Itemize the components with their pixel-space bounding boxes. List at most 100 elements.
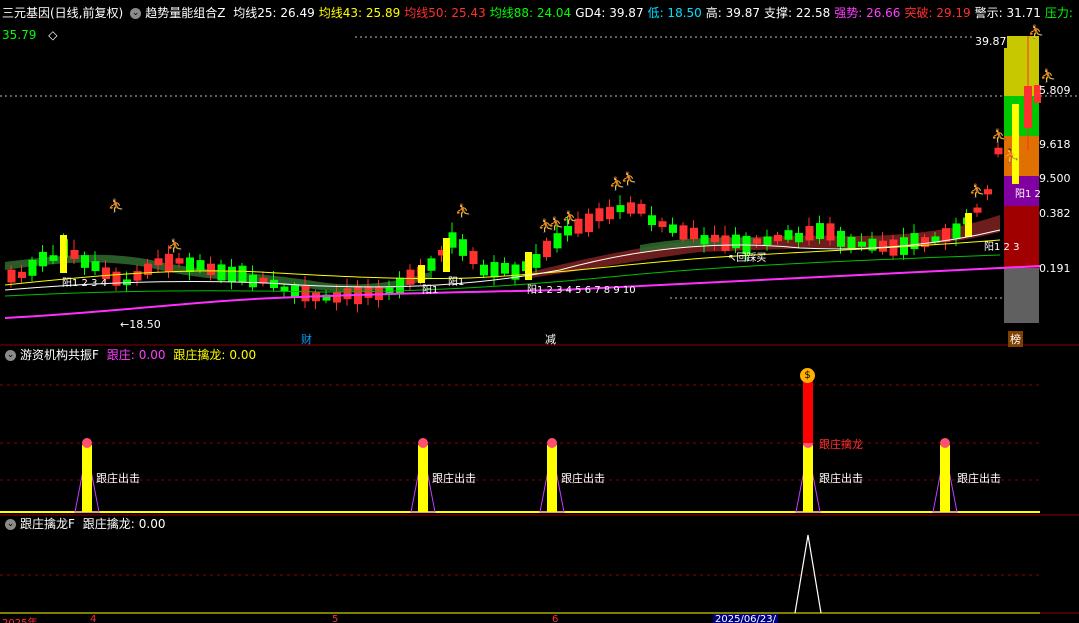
candle-body[interactable] [942, 228, 950, 242]
candle-body[interactable] [7, 269, 16, 283]
candle-body[interactable] [343, 288, 352, 300]
candle-body[interactable] [259, 277, 268, 284]
candle-body[interactable] [406, 269, 415, 285]
candle-body[interactable] [763, 236, 772, 246]
runner-icon: ⛹ [167, 237, 183, 254]
signal-candle[interactable] [60, 235, 67, 273]
runner-icon: ⛹ [455, 202, 471, 219]
candle-body[interactable] [847, 236, 856, 249]
candle-body[interactable] [81, 255, 89, 268]
callback-buy-text: 回踩买 [736, 253, 767, 264]
yang-label: 阳1 [448, 277, 465, 288]
candle-body[interactable] [858, 241, 866, 247]
signal-candle[interactable] [443, 238, 450, 272]
candle-body[interactable] [816, 223, 824, 240]
candle-body[interactable] [732, 234, 740, 249]
candle-body[interactable] [18, 271, 26, 278]
candle-body[interactable] [711, 234, 719, 243]
follow-out-label: 跟庄出击 [432, 472, 476, 485]
signal-candle[interactable] [965, 213, 972, 237]
candle-body[interactable] [648, 215, 656, 226]
follow-out-label: 跟庄出击 [819, 472, 863, 485]
candle-body[interactable] [690, 227, 698, 240]
candlesticks[interactable] [7, 36, 1041, 313]
candle-body[interactable] [952, 223, 961, 239]
candle-body[interactable] [490, 262, 499, 278]
candle-body[interactable] [784, 230, 793, 240]
follow-out-label: 跟庄出击 [96, 472, 140, 485]
candle-body[interactable] [627, 202, 635, 214]
candle-body[interactable] [753, 238, 761, 244]
yang-label: 阳1 2 3 4 5 6 7 8 9 10 [527, 285, 636, 296]
candle-body[interactable] [616, 205, 625, 213]
candle-body[interactable] [280, 286, 289, 292]
candle-body[interactable] [207, 263, 215, 276]
candle-body[interactable] [469, 251, 478, 264]
candle-body[interactable] [165, 253, 173, 272]
panel3-menu-icon[interactable]: ⌄ [5, 519, 16, 530]
candle-body[interactable] [606, 206, 614, 220]
candle-body[interactable] [249, 274, 257, 288]
candle-body[interactable] [795, 232, 803, 243]
candle-body[interactable] [186, 257, 194, 273]
candle-body[interactable] [543, 240, 551, 258]
candle-body[interactable] [333, 291, 341, 303]
candle-body[interactable] [564, 225, 572, 236]
candle-body[interactable] [238, 265, 247, 283]
candle-body[interactable] [49, 255, 58, 261]
candle-body[interactable] [228, 266, 236, 282]
candle-body[interactable] [39, 251, 47, 267]
follow-out-label: 跟庄出击 [957, 472, 1001, 485]
yang-label: 阳1 [422, 285, 439, 296]
candle-body[interactable] [658, 221, 667, 227]
follow-bar [940, 445, 950, 512]
signal-candle[interactable] [1012, 104, 1019, 184]
candle-body[interactable] [994, 147, 1003, 155]
candle-body[interactable] [532, 254, 541, 268]
candle-body[interactable] [196, 260, 205, 271]
candle-body[interactable] [301, 285, 310, 302]
candle-body[interactable] [480, 264, 488, 276]
candle-body[interactable] [774, 234, 782, 242]
candle-body[interactable] [669, 224, 677, 233]
candle-body[interactable] [501, 263, 509, 274]
candle-body[interactable] [837, 230, 845, 247]
candle-body[interactable] [879, 240, 887, 252]
panel2-menu-icon[interactable]: ⌄ [5, 350, 16, 361]
level-label-4: 0.382 [1039, 207, 1071, 220]
panel3-item-value: 0.00 [138, 517, 166, 531]
candle-body[interactable] [217, 264, 226, 281]
money-bag-icon: $ [800, 368, 815, 383]
candle-body[interactable] [448, 232, 457, 248]
dragon-label: 跟庄擒龙 [819, 438, 863, 451]
candle-body[interactable] [805, 226, 814, 241]
panel3-name[interactable]: 跟庄擒龙F [20, 517, 75, 531]
candle-body[interactable] [700, 235, 709, 245]
marker-cai: 财 [301, 333, 312, 346]
yang-label: 阳1 2 3 [984, 242, 1020, 253]
candle-body[interactable] [984, 189, 992, 195]
yang-label: 阳1 2 3 4 [62, 278, 107, 289]
candle-body[interactable] [427, 258, 436, 271]
candle-body[interactable] [459, 239, 467, 256]
candle-body[interactable] [364, 287, 373, 298]
candle-body[interactable] [595, 208, 604, 222]
candle-body[interactable] [154, 258, 163, 266]
panel2-item1-label: 跟庄: [106, 348, 135, 362]
candle-body[interactable] [826, 223, 835, 241]
level-column [1004, 36, 1039, 323]
candle-body[interactable] [175, 258, 184, 264]
time-label-month: 4 [90, 614, 97, 623]
runner-icon: ⛹ [1040, 67, 1056, 84]
candle-body[interactable] [291, 285, 299, 297]
follow-bar [418, 445, 428, 512]
candle-body[interactable] [585, 213, 593, 233]
candle-body[interactable] [91, 261, 100, 272]
candle-body[interactable] [70, 249, 79, 259]
candle-body[interactable] [973, 207, 982, 213]
candle-body[interactable] [28, 259, 37, 276]
candle-body[interactable] [553, 233, 562, 249]
candle-body[interactable] [679, 225, 688, 240]
candle-body[interactable] [637, 203, 646, 214]
panel2-name[interactable]: 游资机构共振F [20, 348, 99, 362]
